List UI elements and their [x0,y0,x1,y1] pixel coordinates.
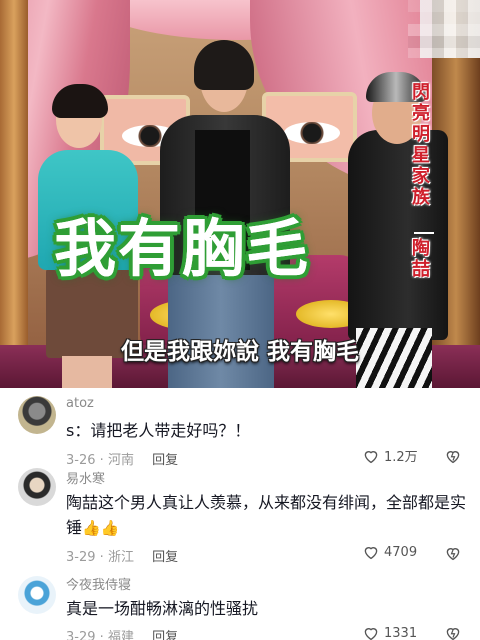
comment-meta: 3-29 · 浙江 回复 [66,546,178,565]
like-count: 1.2万 [384,450,418,465]
show-title-vertical: 閃亮明星家族 [412,82,430,208]
video-subtitle: 但是我跟妳說 我有胸毛 [120,339,359,365]
reply-button[interactable]: 回复 [152,630,178,640]
video-player[interactable]: 閃亮明星家族 陶喆 我有胸毛 但是我跟妳說 我有胸毛 [0,0,480,388]
big-caption: 我有胸毛 [54,212,311,285]
avatar[interactable] [18,576,56,614]
comment-location-separator: · [99,550,104,565]
heart-outline-icon [364,628,378,640]
comment-location-separator: · [99,630,104,640]
comment-meta: 3-26 · 河南 回复 [66,449,178,468]
avatar[interactable] [18,396,56,434]
like-count: 4709 [384,544,418,560]
comment-username[interactable]: 易水寒 [66,468,105,487]
guest-name-vertical: 陶喆 [412,238,430,280]
comment-location: 福建 [107,630,134,640]
like-button[interactable]: 1331 [362,624,417,640]
like-button[interactable]: 4709 [362,543,417,561]
comment-location-separator: · [99,453,104,468]
comment-list[interactable]: atoz s：请把老人带走好吗？！ 3-26 · 河南 回复 1.2万 易水寒 … [0,388,480,640]
heart-outline-icon [364,547,378,560]
comment-username[interactable]: 今夜我侍寝 [66,574,131,593]
guest-hair [194,40,254,90]
reply-button[interactable]: 回复 [152,453,178,468]
avatar[interactable] [18,468,56,506]
thumbs-up-emoji: 👍👍 [82,519,120,537]
comment-text: s：请把老人带走好吗？！ [66,421,251,440]
dislike-heart-icon[interactable] [444,624,462,640]
comment-text: 真是一场酣畅淋漓的性骚扰 [66,599,259,618]
reply-button[interactable]: 回复 [152,550,178,565]
dislike-heart-icon[interactable] [444,544,462,562]
mosaic-watermark-overlay [408,0,480,58]
like-button[interactable]: 1.2万 [362,446,418,465]
comment-location: 浙江 [107,550,134,565]
comment-text-body: 陶喆这个男人真让人羡慕，从来都没有绯闻，全部都是实锤 [66,493,467,537]
dislike-heart-icon[interactable] [444,447,462,465]
comment-date: 3-29 [66,630,96,640]
comment-meta: 3-29 · 福建 回复 [66,626,178,640]
comment-username[interactable]: atoz [66,396,94,411]
comment-date: 3-29 [66,550,96,565]
like-count: 1331 [384,625,418,640]
stage-pillar-left [0,0,28,388]
show-title-separator [414,232,434,234]
comment-date: 3-26 [66,453,96,468]
heart-outline-icon [364,450,378,463]
comment-text: 陶喆这个男人真让人羡慕，从来都没有绯闻，全部都是实锤👍👍 [66,490,466,541]
comment-location: 河南 [107,453,134,468]
